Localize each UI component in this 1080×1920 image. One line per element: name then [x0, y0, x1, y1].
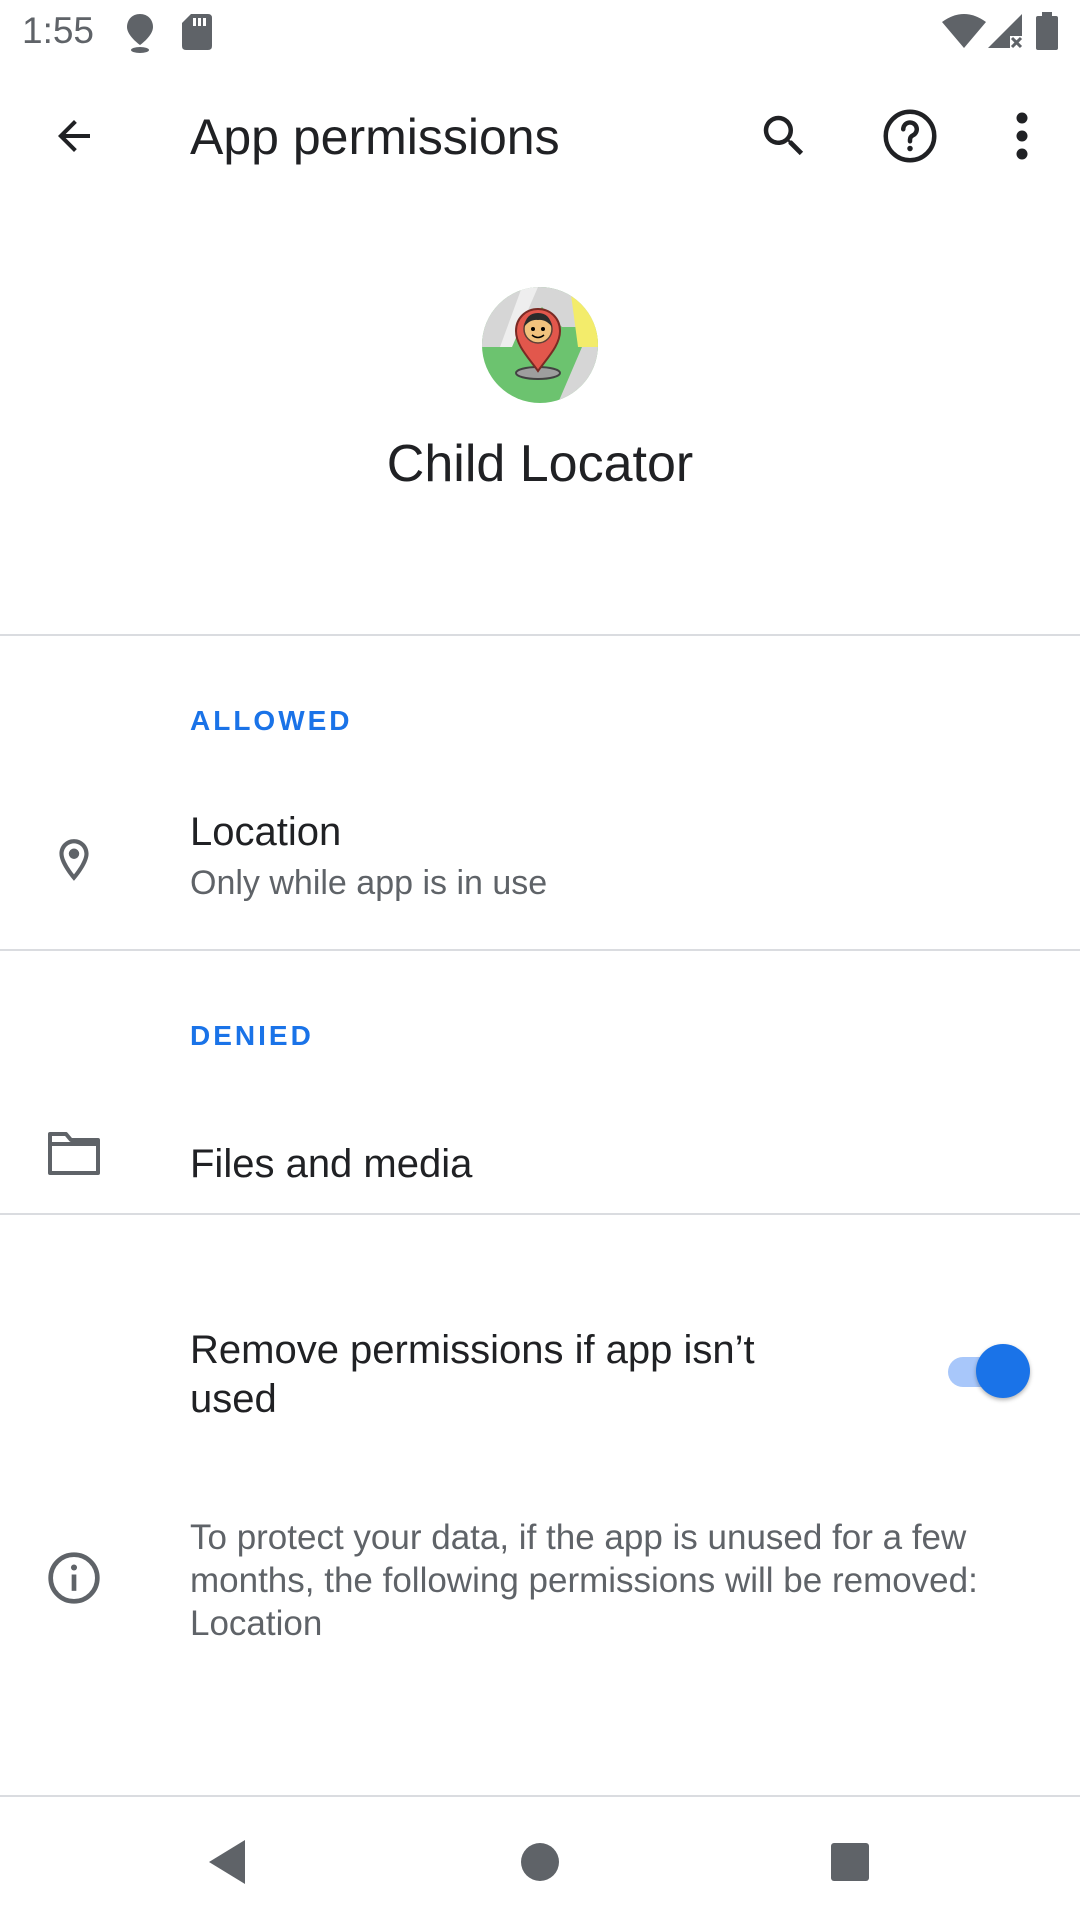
divider	[0, 949, 1080, 951]
more-vert-icon[interactable]	[974, 88, 1070, 184]
permission-title: Location	[190, 810, 342, 854]
nav-back-icon[interactable]	[182, 1817, 272, 1907]
divider	[0, 1213, 1080, 1215]
nav-home-icon[interactable]	[495, 1817, 585, 1907]
back-arrow-icon[interactable]	[26, 88, 122, 184]
permission-subtitle: Only while app is in use	[190, 864, 548, 902]
permission-title: Files and media	[190, 1142, 473, 1186]
info-icon	[44, 1548, 104, 1608]
search-icon[interactable]	[736, 88, 832, 184]
folder-icon	[44, 1124, 104, 1184]
location-pin-icon	[124, 12, 156, 59]
permission-row-location[interactable]: Location Only while app is in use	[0, 790, 1080, 950]
status-time: 1:55	[22, 10, 95, 51]
nav-recents-icon[interactable]	[805, 1817, 895, 1907]
help-icon[interactable]	[862, 88, 958, 184]
page-title: App permissions	[190, 109, 560, 165]
permission-row-files-and-media[interactable]: Files and media	[0, 1100, 1080, 1212]
navigation-bar	[0, 1797, 1080, 1920]
remove-permissions-toggle[interactable]	[944, 1344, 1030, 1400]
status-bar: 1:55	[0, 0, 1080, 66]
cellular-no-signal-icon	[988, 14, 1024, 55]
section-header-allowed: ALLOWED	[190, 705, 353, 736]
wifi-icon	[942, 14, 986, 53]
remove-permissions-label: Remove permissions if app isn’t used	[190, 1328, 755, 1421]
app-name: Child Locator	[386, 435, 694, 493]
battery-icon	[1036, 12, 1058, 55]
section-header-denied: DENIED	[190, 1020, 314, 1051]
sd-card-icon	[182, 14, 212, 55]
child-locator-app-icon	[482, 287, 598, 403]
divider	[0, 634, 1080, 636]
location-icon	[44, 830, 104, 890]
toggle-thumb	[976, 1344, 1030, 1398]
info-text: To protect your data, if the app is unus…	[190, 1518, 978, 1643]
